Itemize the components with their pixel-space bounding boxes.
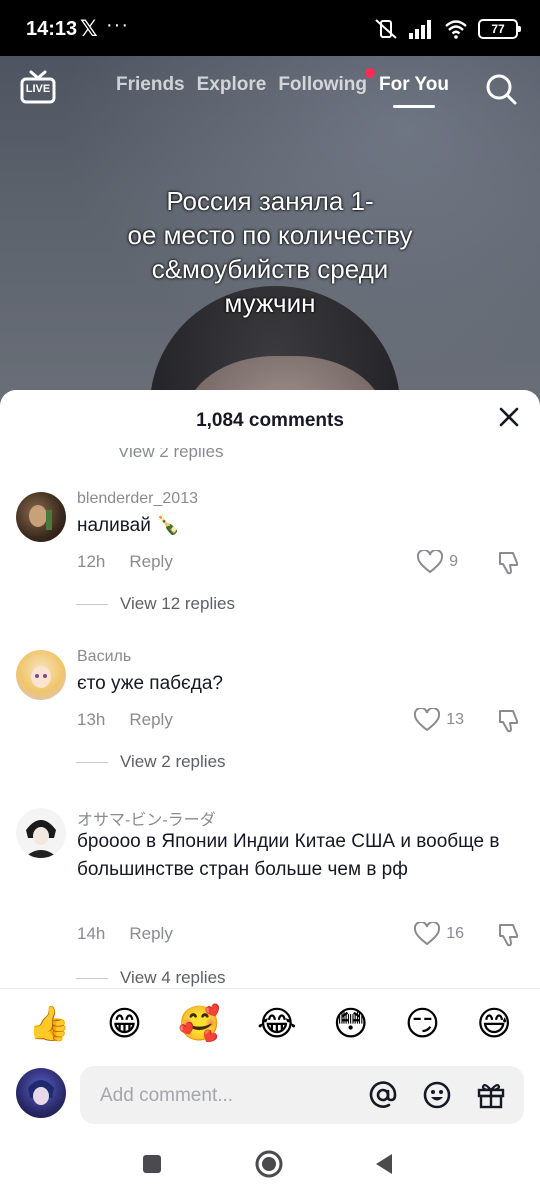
reply-button[interactable]: Reply [129,924,172,944]
status-time: 14:13 [26,18,78,40]
comment-text: броооо в Японии Индии Китае США и вообще… [77,831,500,880]
view-replies-label: View 4 replies [120,968,226,987]
battery-level: 77 [491,22,505,36]
comment-username[interactable]: Василь [77,648,131,666]
comments-header: 1,084 comments [0,390,540,448]
home-button-icon[interactable] [254,1149,284,1179]
recents-button-icon[interactable] [140,1152,164,1176]
comment-time: 13h [77,710,106,729]
emoji-icon[interactable] [422,1080,452,1110]
dislike-icon[interactable] [496,708,522,734]
comment-text: єто уже пабєда? [77,673,223,694]
overlay-line: ое место по количеству [127,220,413,250]
overlay-line: Россия заняла 1- [166,186,374,216]
like-button[interactable]: 16 [414,922,464,946]
view-replies-button[interactable]: View 2 replies [76,752,226,772]
x-app-icon: 𝕏 [80,16,98,41]
mute-vibrate-icon [375,19,397,39]
heart-icon [414,708,441,732]
wifi-icon [445,20,467,39]
my-avatar [16,1068,66,1118]
system-nav-bar [0,1130,540,1200]
gift-icon[interactable] [476,1080,506,1110]
view-replies-button[interactable]: View 12 replies [76,594,235,614]
overlay-line: с&моубийств среди [151,254,389,284]
add-comment-input[interactable]: Add comment... [80,1066,524,1124]
tab-following[interactable]: Following [278,68,375,96]
comments-sheet: 1,084 comments View 2 replies blenderder… [0,390,540,1200]
heart-icon [417,550,444,574]
search-icon[interactable] [484,72,518,106]
video-caption-overlay: Россия заняла 1- ое место по количеству … [0,184,540,320]
emoji-grin[interactable]: 😁 [107,1004,142,1044]
comments-count: 1,084 comments [196,410,344,431]
emoji-hearts[interactable]: 🥰 [178,1004,220,1044]
tab-for-you[interactable]: For You [379,74,449,108]
comment-input-row: Add comment... [0,1062,540,1128]
tab-friends[interactable]: Friends [116,74,185,96]
feed-tabs: Friends Explore Following For You [116,68,449,108]
emoji-sweat-smile[interactable]: 😅 [476,1004,511,1044]
emoji-thumbs-up[interactable]: 👍 [28,1004,70,1044]
mention-icon[interactable] [368,1080,398,1110]
back-button-icon[interactable] [372,1152,396,1176]
signal-icon [409,20,431,39]
avatar[interactable] [16,808,66,858]
like-count: 16 [446,925,464,942]
like-count: 13 [446,711,464,728]
comment-text: наливай 🍾 [77,515,180,536]
view-replies-label: View 12 replies [120,594,235,613]
comment-time: 14h [77,924,106,943]
add-comment-placeholder: Add comment... [100,1085,234,1106]
dislike-icon[interactable] [496,922,522,948]
more-notifications-icon: ··· [106,14,129,36]
comment-time: 12h [77,552,106,571]
reply-button[interactable]: Reply [129,710,172,730]
emoji-joy[interactable]: 😂 [257,1004,297,1044]
tab-following-label: Following [278,74,367,95]
emoji-smirk[interactable]: 😏 [405,1004,440,1044]
dislike-icon[interactable] [496,550,522,576]
view-replies-button[interactable]: View 4 replies [76,968,226,988]
like-button[interactable]: 13 [414,708,464,732]
comment-username[interactable]: オサマ-ビン-ラーダ [77,806,216,830]
top-navigation: LIVE Friends Explore Following For You [0,56,540,116]
comments-list[interactable]: View 2 replies blenderder_2013 наливай 🍾… [0,448,540,988]
battery-indicator: 77 [478,19,521,39]
emoji-flushed[interactable]: 😳 [333,1004,368,1044]
view-replies-label: View 2 replies [120,752,226,771]
status-bar: 14:13 𝕏 ··· 77 [0,0,540,56]
like-count: 9 [449,553,458,570]
overlay-line: мужчин [224,288,316,318]
comment-username[interactable]: blenderder_2013 [77,490,198,508]
like-button[interactable]: 9 [417,550,458,574]
tab-explore[interactable]: Explore [197,74,267,96]
avatar[interactable] [16,492,66,542]
close-icon[interactable] [498,406,520,428]
heart-icon [414,922,441,946]
live-icon[interactable]: LIVE [20,70,56,104]
view-replies-partial[interactable]: View 2 replies [118,448,224,462]
emoji-quick-bar: 👍 😁 🥰 😂 😳 😏 😅 [0,988,540,1058]
avatar[interactable] [16,650,66,700]
notification-dot [364,68,375,78]
live-label: LIVE [25,83,51,95]
reply-button[interactable]: Reply [129,552,172,572]
